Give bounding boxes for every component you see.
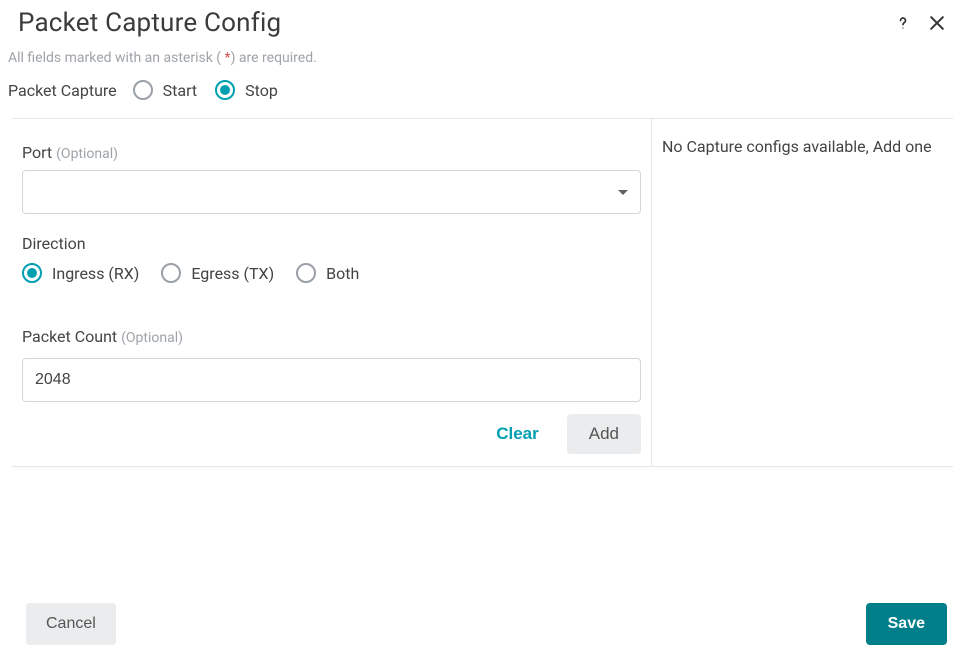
radio-stop-label: Stop xyxy=(245,81,278,100)
radio-circle-icon xyxy=(133,80,153,100)
packet-count-label: Packet Count (Optional) xyxy=(22,327,641,346)
radio-circle-selected-icon xyxy=(215,80,235,100)
radio-egress-label: Egress (TX) xyxy=(191,264,274,283)
radio-ingress[interactable]: Ingress (RX) xyxy=(22,263,139,283)
radio-circle-selected-icon xyxy=(22,263,42,283)
radio-egress[interactable]: Egress (TX) xyxy=(161,263,274,283)
radio-start[interactable]: Start xyxy=(133,80,197,100)
required-hint: All fields marked with an asterisk ( *) … xyxy=(0,42,965,76)
clear-button[interactable]: Clear xyxy=(478,414,557,454)
port-label: Port (Optional) xyxy=(22,143,641,162)
radio-circle-icon xyxy=(296,263,316,283)
port-label-text: Port xyxy=(22,143,52,162)
no-configs-message: No Capture configs available, Add one xyxy=(662,137,943,156)
packet-capture-label: Packet Capture xyxy=(8,81,117,100)
add-button[interactable]: Add xyxy=(567,414,641,454)
packet-count-label-text: Packet Count xyxy=(22,327,117,346)
radio-start-label: Start xyxy=(163,81,197,100)
packet-capture-radio-group: Start Stop xyxy=(133,80,278,100)
hint-suffix: ) are required. xyxy=(231,50,317,66)
port-optional: (Optional) xyxy=(56,146,118,162)
radio-both[interactable]: Both xyxy=(296,263,359,283)
cancel-button[interactable]: Cancel xyxy=(26,603,116,645)
packet-count-optional: (Optional) xyxy=(121,330,183,346)
radio-circle-icon xyxy=(161,263,181,283)
direction-radio-group: Ingress (RX) Egress (TX) Both xyxy=(22,263,641,283)
help-icon[interactable] xyxy=(893,13,913,33)
form-panel: Port (Optional) Direction Ingress (RX) E… xyxy=(12,119,652,466)
save-button[interactable]: Save xyxy=(866,603,947,645)
chevron-down-icon xyxy=(618,190,628,195)
port-dropdown[interactable] xyxy=(22,170,641,214)
close-icon[interactable] xyxy=(927,13,947,33)
page-title: Packet Capture Config xyxy=(18,8,281,38)
packet-count-input[interactable] xyxy=(22,358,641,402)
direction-label: Direction xyxy=(22,234,641,253)
radio-ingress-label: Ingress (RX) xyxy=(52,264,139,283)
radio-stop[interactable]: Stop xyxy=(215,80,278,100)
configs-panel: No Capture configs available, Add one xyxy=(652,119,953,466)
radio-both-label: Both xyxy=(326,264,359,283)
hint-prefix: All fields marked with an asterisk ( xyxy=(8,50,225,66)
